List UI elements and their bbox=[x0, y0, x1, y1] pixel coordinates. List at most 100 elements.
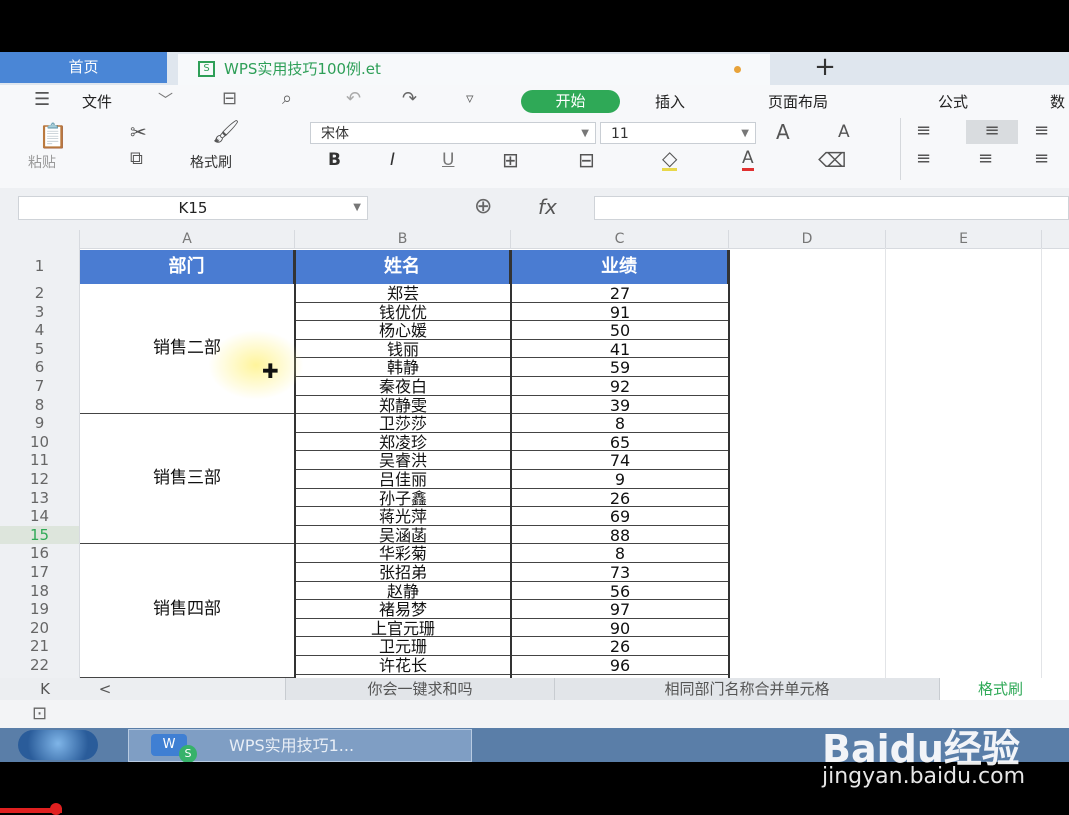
name-cell[interactable]: 杨心媛 bbox=[296, 321, 510, 340]
new-tab-button[interactable]: + bbox=[800, 52, 850, 83]
menu-tab-home[interactable]: 开始 bbox=[521, 90, 620, 113]
align-left-icon[interactable]: ≡ bbox=[916, 148, 931, 169]
row-header[interactable]: 13 bbox=[0, 489, 79, 508]
align-top-icon[interactable]: ≡ bbox=[916, 120, 931, 141]
menu-tab-data[interactable]: 数 bbox=[1050, 91, 1065, 112]
name-cell[interactable]: 吴涵菡 bbox=[296, 526, 510, 545]
increase-font-icon[interactable]: A bbox=[776, 120, 790, 144]
sheet-tab-active[interactable]: 格式刷 bbox=[940, 678, 1069, 700]
paste-label[interactable]: 粘贴 bbox=[28, 152, 56, 172]
row-header[interactable]: 8 bbox=[0, 396, 79, 415]
row-header[interactable]: 19 bbox=[0, 600, 79, 619]
score-cell[interactable]: 90 bbox=[512, 619, 728, 638]
row-header[interactable]: 3 bbox=[0, 303, 79, 322]
merged-cell-department[interactable]: 销售四部 bbox=[80, 544, 294, 678]
row-header[interactable]: 18 bbox=[0, 582, 79, 601]
score-cell[interactable]: 59 bbox=[512, 358, 728, 377]
row-header-selected[interactable]: 15 bbox=[0, 525, 79, 545]
name-cell[interactable]: 蒋光萍 bbox=[296, 507, 510, 526]
score-cell[interactable]: 96 bbox=[512, 656, 728, 675]
undo-icon[interactable]: ↶ bbox=[346, 88, 361, 109]
score-cell[interactable]: 41 bbox=[512, 340, 728, 359]
macro-record-icon[interactable]: ⊡ bbox=[32, 703, 47, 724]
fx-button[interactable]: fx bbox=[538, 195, 557, 219]
align-middle-icon[interactable]: ≡ bbox=[966, 120, 1018, 144]
select-all-corner[interactable] bbox=[0, 230, 80, 248]
score-cell[interactable]: 69 bbox=[512, 507, 728, 526]
menu-tab-formulas[interactable]: 公式 bbox=[938, 91, 968, 112]
merge-cells-icon[interactable]: ⊟ bbox=[578, 148, 595, 172]
zoom-formula-icon[interactable]: ⊕ bbox=[474, 194, 492, 219]
score-cell[interactable]: 8 bbox=[512, 414, 728, 433]
row-header[interactable]: 4 bbox=[0, 321, 79, 340]
align-center-icon[interactable]: ≡ bbox=[978, 148, 993, 169]
first-sheet-button[interactable]: K bbox=[30, 678, 60, 700]
name-cell[interactable]: 吕佳丽 bbox=[296, 470, 510, 489]
score-cell[interactable]: 92 bbox=[512, 377, 728, 396]
score-cell[interactable]: 73 bbox=[512, 563, 728, 582]
name-cell[interactable]: 褚易梦 bbox=[296, 600, 510, 619]
row-header[interactable]: 16 bbox=[0, 544, 79, 563]
name-cell[interactable]: 钱丽 bbox=[296, 340, 510, 359]
score-cell[interactable]: 97 bbox=[512, 600, 728, 619]
header-cell-department[interactable]: 部门 bbox=[80, 250, 295, 284]
cut-icon[interactable]: ✂ bbox=[130, 120, 147, 144]
row-header[interactable]: 20 bbox=[0, 619, 79, 638]
column-header-e[interactable]: E bbox=[886, 230, 1042, 248]
score-cell[interactable]: 91 bbox=[512, 303, 728, 322]
formula-input[interactable] bbox=[594, 196, 1069, 220]
menu-file[interactable]: 文件 bbox=[82, 91, 112, 112]
row-header[interactable]: 11 bbox=[0, 451, 79, 470]
name-cell[interactable]: 吴睿洪 bbox=[296, 451, 510, 470]
name-cell[interactable]: 秦夜白 bbox=[296, 377, 510, 396]
name-box[interactable]: K15 ▼ bbox=[18, 196, 368, 220]
name-cell[interactable]: 卫莎莎 bbox=[296, 414, 510, 433]
save-icon[interactable]: ⊟ bbox=[222, 88, 237, 109]
row-header[interactable]: 6 bbox=[0, 358, 79, 377]
name-cell[interactable]: 钱优优 bbox=[296, 303, 510, 322]
score-cell[interactable]: 8 bbox=[512, 544, 728, 563]
print-preview-icon[interactable]: ⌕ bbox=[282, 88, 292, 109]
row-header[interactable]: 7 bbox=[0, 377, 79, 396]
score-cell[interactable]: 56 bbox=[512, 582, 728, 601]
row-header[interactable]: 14 bbox=[0, 507, 79, 526]
fill-color-icon[interactable]: ◇ bbox=[662, 148, 678, 171]
copy-icon[interactable]: ⧉ bbox=[130, 148, 143, 169]
sheet-tab[interactable]: 相同部门名称合并单元格 bbox=[554, 678, 940, 700]
name-cell[interactable]: 郑静雯 bbox=[296, 396, 510, 415]
sheet-tab[interactable]: 你会一键求和吗 bbox=[285, 678, 554, 700]
row-header[interactable]: 10 bbox=[0, 433, 79, 452]
prev-sheet-button[interactable]: < bbox=[90, 678, 120, 700]
column-header-c[interactable]: C bbox=[511, 230, 729, 248]
score-cell[interactable]: 65 bbox=[512, 433, 728, 452]
row-header[interactable]: 21 bbox=[0, 637, 79, 656]
format-painter-label[interactable]: 格式刷 bbox=[190, 152, 232, 172]
underline-button[interactable]: U bbox=[442, 150, 454, 170]
score-cell[interactable]: 39 bbox=[512, 396, 728, 415]
name-cell[interactable]: 郑芸 bbox=[296, 284, 510, 303]
customize-dropdown-icon[interactable]: ▿ bbox=[466, 89, 474, 107]
clear-format-icon[interactable]: ⌫ bbox=[818, 148, 846, 172]
header-cell-score[interactable]: 业绩 bbox=[511, 250, 729, 284]
name-cell[interactable]: 赵静 bbox=[296, 582, 510, 601]
bold-button[interactable]: B bbox=[328, 150, 341, 170]
row-header[interactable]: 1 bbox=[0, 252, 79, 280]
score-cell[interactable]: 27 bbox=[512, 284, 728, 303]
name-cell[interactable]: 韩静 bbox=[296, 358, 510, 377]
font-size-select[interactable]: 11 ▼ bbox=[600, 122, 756, 144]
score-cell[interactable]: 50 bbox=[512, 321, 728, 340]
align-right-icon[interactable]: ≡ bbox=[1034, 148, 1049, 169]
column-header-a[interactable]: A bbox=[80, 230, 295, 248]
row-header[interactable]: 2 bbox=[0, 284, 79, 303]
menu-tab-insert[interactable]: 插入 bbox=[655, 91, 685, 112]
score-cell[interactable]: 74 bbox=[512, 451, 728, 470]
format-painter-icon[interactable]: 🖌 bbox=[212, 120, 240, 145]
row-header[interactable]: 22 bbox=[0, 656, 79, 675]
name-cell[interactable]: 华彩菊 bbox=[296, 544, 510, 563]
score-cell[interactable]: 26 bbox=[512, 637, 728, 656]
start-button[interactable] bbox=[18, 730, 98, 760]
name-cell[interactable]: 上官元珊 bbox=[296, 619, 510, 638]
row-header[interactable]: 5 bbox=[0, 340, 79, 359]
decrease-font-icon[interactable]: A bbox=[838, 122, 850, 142]
redo-icon[interactable]: ↷ bbox=[402, 88, 417, 109]
